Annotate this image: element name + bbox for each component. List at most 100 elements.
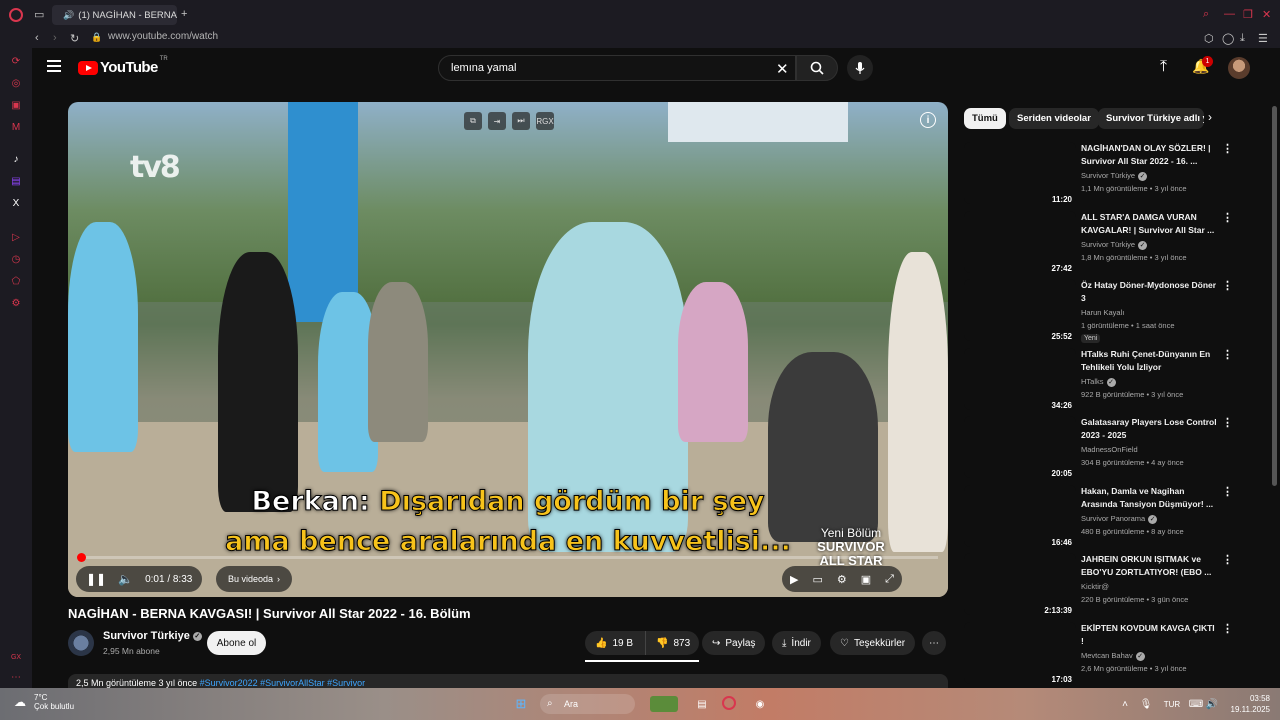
search-button[interactable] bbox=[796, 55, 838, 81]
lock-icon[interactable]: 🔒 bbox=[91, 32, 102, 43]
minimize-icon[interactable]: — bbox=[1224, 8, 1235, 20]
info-icon[interactable]: i bbox=[920, 112, 936, 128]
twitch-icon[interactable]: ▤ bbox=[9, 174, 23, 188]
language-indicator[interactable]: TUR bbox=[1160, 696, 1184, 712]
more-vertical-icon[interactable]: ⋮ bbox=[1222, 485, 1233, 498]
speaker-icon[interactable]: 🔊 bbox=[63, 10, 74, 21]
video-thumbnail[interactable]: 34:26 bbox=[964, 348, 1076, 410]
theater-mode-icon[interactable]: ▣ bbox=[861, 573, 871, 586]
channel-name[interactable]: Survivor Türkiye bbox=[103, 630, 190, 642]
scrollbar[interactable] bbox=[1272, 106, 1277, 486]
thanks-button[interactable]: ♡ Teşekkürler bbox=[830, 631, 916, 655]
close-icon[interactable]: ✕ bbox=[1262, 8, 1271, 21]
rgx-badge[interactable]: RGX bbox=[536, 112, 554, 130]
youtube-logo[interactable]: YouTube TR bbox=[78, 56, 168, 76]
recommendation-channel[interactable]: Kicktir@ bbox=[1081, 582, 1109, 591]
video-thumbnail[interactable]: 17:03 bbox=[964, 622, 1076, 684]
recommendation-title[interactable]: Öz Hatay Döner-Mydonose Döner 3 bbox=[1081, 279, 1217, 305]
speed-dial-icon[interactable]: ◎ bbox=[9, 76, 23, 90]
new-tab-icon[interactable]: + bbox=[181, 8, 187, 20]
recommendation-item[interactable]: 2:13:39 JAHREIN ORKUN IŞITMAK ve EBO'YU Z… bbox=[964, 553, 1234, 615]
steam-icon[interactable]: ◉ bbox=[752, 696, 768, 712]
recommendation-item[interactable]: 16:46 Hakan, Damla ve Nagihan Arasında Ta… bbox=[964, 485, 1234, 547]
more-vertical-icon[interactable]: ⋮ bbox=[1222, 553, 1233, 566]
weather-widget[interactable]: 7°C Çok bulutlu bbox=[34, 693, 74, 711]
more-vertical-icon[interactable]: ⋮ bbox=[1222, 348, 1233, 361]
x-icon[interactable]: X bbox=[9, 196, 23, 210]
m-icon[interactable]: M bbox=[9, 120, 23, 134]
weather-icon[interactable]: ☁ bbox=[12, 694, 28, 710]
file-explorer-icon[interactable]: ▤ bbox=[694, 696, 710, 712]
video-thumbnail[interactable]: 25:52 bbox=[964, 279, 1076, 341]
windows-start-icon[interactable]: ⊞ bbox=[513, 696, 529, 712]
messenger-icon[interactable]: ▣ bbox=[9, 98, 23, 112]
channel-avatar[interactable] bbox=[68, 630, 94, 656]
tiktok-icon[interactable]: ♪ bbox=[9, 152, 23, 166]
recommendation-channel[interactable]: Harun Kayalı bbox=[1081, 308, 1124, 317]
menu-icon[interactable]: ☰ bbox=[1258, 32, 1268, 45]
more-vertical-icon[interactable]: ⋮ bbox=[1222, 279, 1233, 292]
channel-name-row[interactable]: Survivor Türkiye ✓ bbox=[103, 630, 202, 642]
fullscreen-icon[interactable]: ⤢ bbox=[885, 573, 894, 586]
download-icon[interactable]: ⤓ bbox=[1240, 32, 1245, 45]
recommendation-title[interactable]: ALL STAR'A DAMGA VURAN KAVGALAR! | Survi… bbox=[1081, 211, 1217, 237]
search-input[interactable]: lemına yamal bbox=[438, 55, 796, 81]
video-thumbnail[interactable]: 2:13:39 bbox=[964, 553, 1076, 615]
settings-icon[interactable]: ⚙ bbox=[9, 296, 23, 310]
skip-next-icon[interactable]: ⏭ bbox=[512, 112, 530, 130]
bookmarks-icon[interactable]: ⬠ bbox=[9, 274, 23, 288]
network-icon[interactable]: ⌨ bbox=[1188, 696, 1204, 712]
more-vertical-icon[interactable]: ⋮ bbox=[1222, 142, 1233, 155]
profile-icon[interactable]: ◯ bbox=[1222, 32, 1234, 45]
recommendation-title[interactable]: JAHREIN ORKUN IŞITMAK ve EBO'YU ZORTLATI… bbox=[1081, 553, 1217, 579]
description-tags[interactable]: #Survivor2022 #SurvivorAllStar #Survivor bbox=[200, 678, 366, 688]
tab-manager-icon[interactable]: ▭ bbox=[34, 8, 44, 21]
back-icon[interactable]: ‹ bbox=[35, 32, 39, 44]
recommendation-title[interactable]: HTalks Ruhi Çenet-Dünyanın En Tehlikeli … bbox=[1081, 348, 1217, 374]
pause-icon[interactable]: ❚❚ bbox=[86, 572, 106, 586]
tab-youtube[interactable]: 🔊 (1) NAGİHAN - BERNA bbox=[52, 5, 177, 25]
recommendation-channel[interactable]: Survivor Türkiye ✓ bbox=[1081, 240, 1148, 250]
maximize-icon[interactable]: ❐ bbox=[1243, 8, 1253, 21]
clear-search-icon[interactable]: ✕ bbox=[776, 60, 789, 78]
volume-icon[interactable]: 🔈 bbox=[118, 572, 133, 586]
recommendation-item[interactable]: 25:52 Öz Hatay Döner-Mydonose Döner 3 Haru… bbox=[964, 279, 1234, 343]
recommendation-channel[interactable]: Mevtcan Bahav ✓ bbox=[1081, 651, 1145, 661]
like-button[interactable]: 👍 19 B bbox=[585, 631, 645, 655]
download-button[interactable]: ⤓ İndir bbox=[772, 631, 821, 655]
dislike-button[interactable]: 👎 873 bbox=[645, 631, 699, 655]
widgets-icon[interactable] bbox=[650, 696, 678, 712]
video-thumbnail[interactable]: 16:46 bbox=[964, 485, 1076, 547]
forward-icon[interactable]: › bbox=[53, 32, 57, 44]
taskbar-search[interactable]: ⌕ Ara bbox=[540, 694, 635, 714]
recommendation-title[interactable]: Hakan, Damla ve Nagihan Arasında Tansiyo… bbox=[1081, 485, 1217, 511]
recommendation-channel[interactable]: Survivor Türkiye ✓ bbox=[1081, 171, 1148, 181]
recommendation-item[interactable]: 11:20 NAGİHAN'DAN OLAY SÖZLER! | Survivor… bbox=[964, 142, 1234, 204]
microphone-tray-icon[interactable]: 🎙 bbox=[1138, 696, 1154, 712]
recommendation-title[interactable]: EKİPTEN KOVDUM KAVGA ÇIKTI ! bbox=[1081, 622, 1217, 648]
aria-icon[interactable]: ⟳ bbox=[9, 54, 23, 68]
upload-icon[interactable]: ⤒ bbox=[1160, 58, 1167, 76]
video-thumbnail[interactable]: 27:42 bbox=[964, 211, 1076, 273]
more-icon[interactable]: ⋯ bbox=[9, 670, 23, 684]
account-avatar[interactable] bbox=[1228, 57, 1250, 79]
recommendation-channel[interactable]: HTalks ✓ bbox=[1081, 377, 1116, 387]
recommendation-title[interactable]: Galatasaray Players Lose Control 2023 - … bbox=[1081, 416, 1217, 442]
opera-taskbar-icon[interactable] bbox=[722, 696, 736, 710]
video-player[interactable]: tv8 ⧉ ⇥ ⏭ RGX i Berkan: Dışarıdan gördüm… bbox=[68, 102, 948, 597]
recommendation-item[interactable]: 34:26 HTalks Ruhi Çenet-Dünyanın En Tehli… bbox=[964, 348, 1234, 410]
recommendation-item[interactable]: 27:42 ALL STAR'A DAMGA VURAN KAVGALAR! | … bbox=[964, 211, 1234, 273]
recommendation-channel[interactable]: Survivor Panorama ✓ bbox=[1081, 514, 1158, 524]
subscribe-button[interactable]: Abone ol bbox=[207, 631, 266, 655]
video-thumbnail[interactable]: 11:20 bbox=[964, 142, 1076, 204]
more-vertical-icon[interactable]: ⋮ bbox=[1222, 211, 1233, 224]
voice-search-button[interactable] bbox=[847, 55, 873, 81]
url-field[interactable]: www.youtube.com/watch bbox=[108, 31, 218, 42]
recommendation-title[interactable]: NAGİHAN'DAN OLAY SÖZLER! | Survivor All … bbox=[1081, 142, 1217, 168]
settings-gear-icon[interactable]: ⚙ bbox=[837, 573, 847, 586]
history-icon[interactable]: ◷ bbox=[9, 252, 23, 266]
recommendation-item[interactable]: 17:03 EKİPTEN KOVDUM KAVGA ÇIKTI ! Mevtcan… bbox=[964, 622, 1234, 684]
more-vertical-icon[interactable]: ⋮ bbox=[1222, 622, 1233, 635]
reload-icon[interactable]: ↻ bbox=[70, 32, 79, 45]
chip-all[interactable]: Tümü bbox=[964, 108, 1006, 129]
